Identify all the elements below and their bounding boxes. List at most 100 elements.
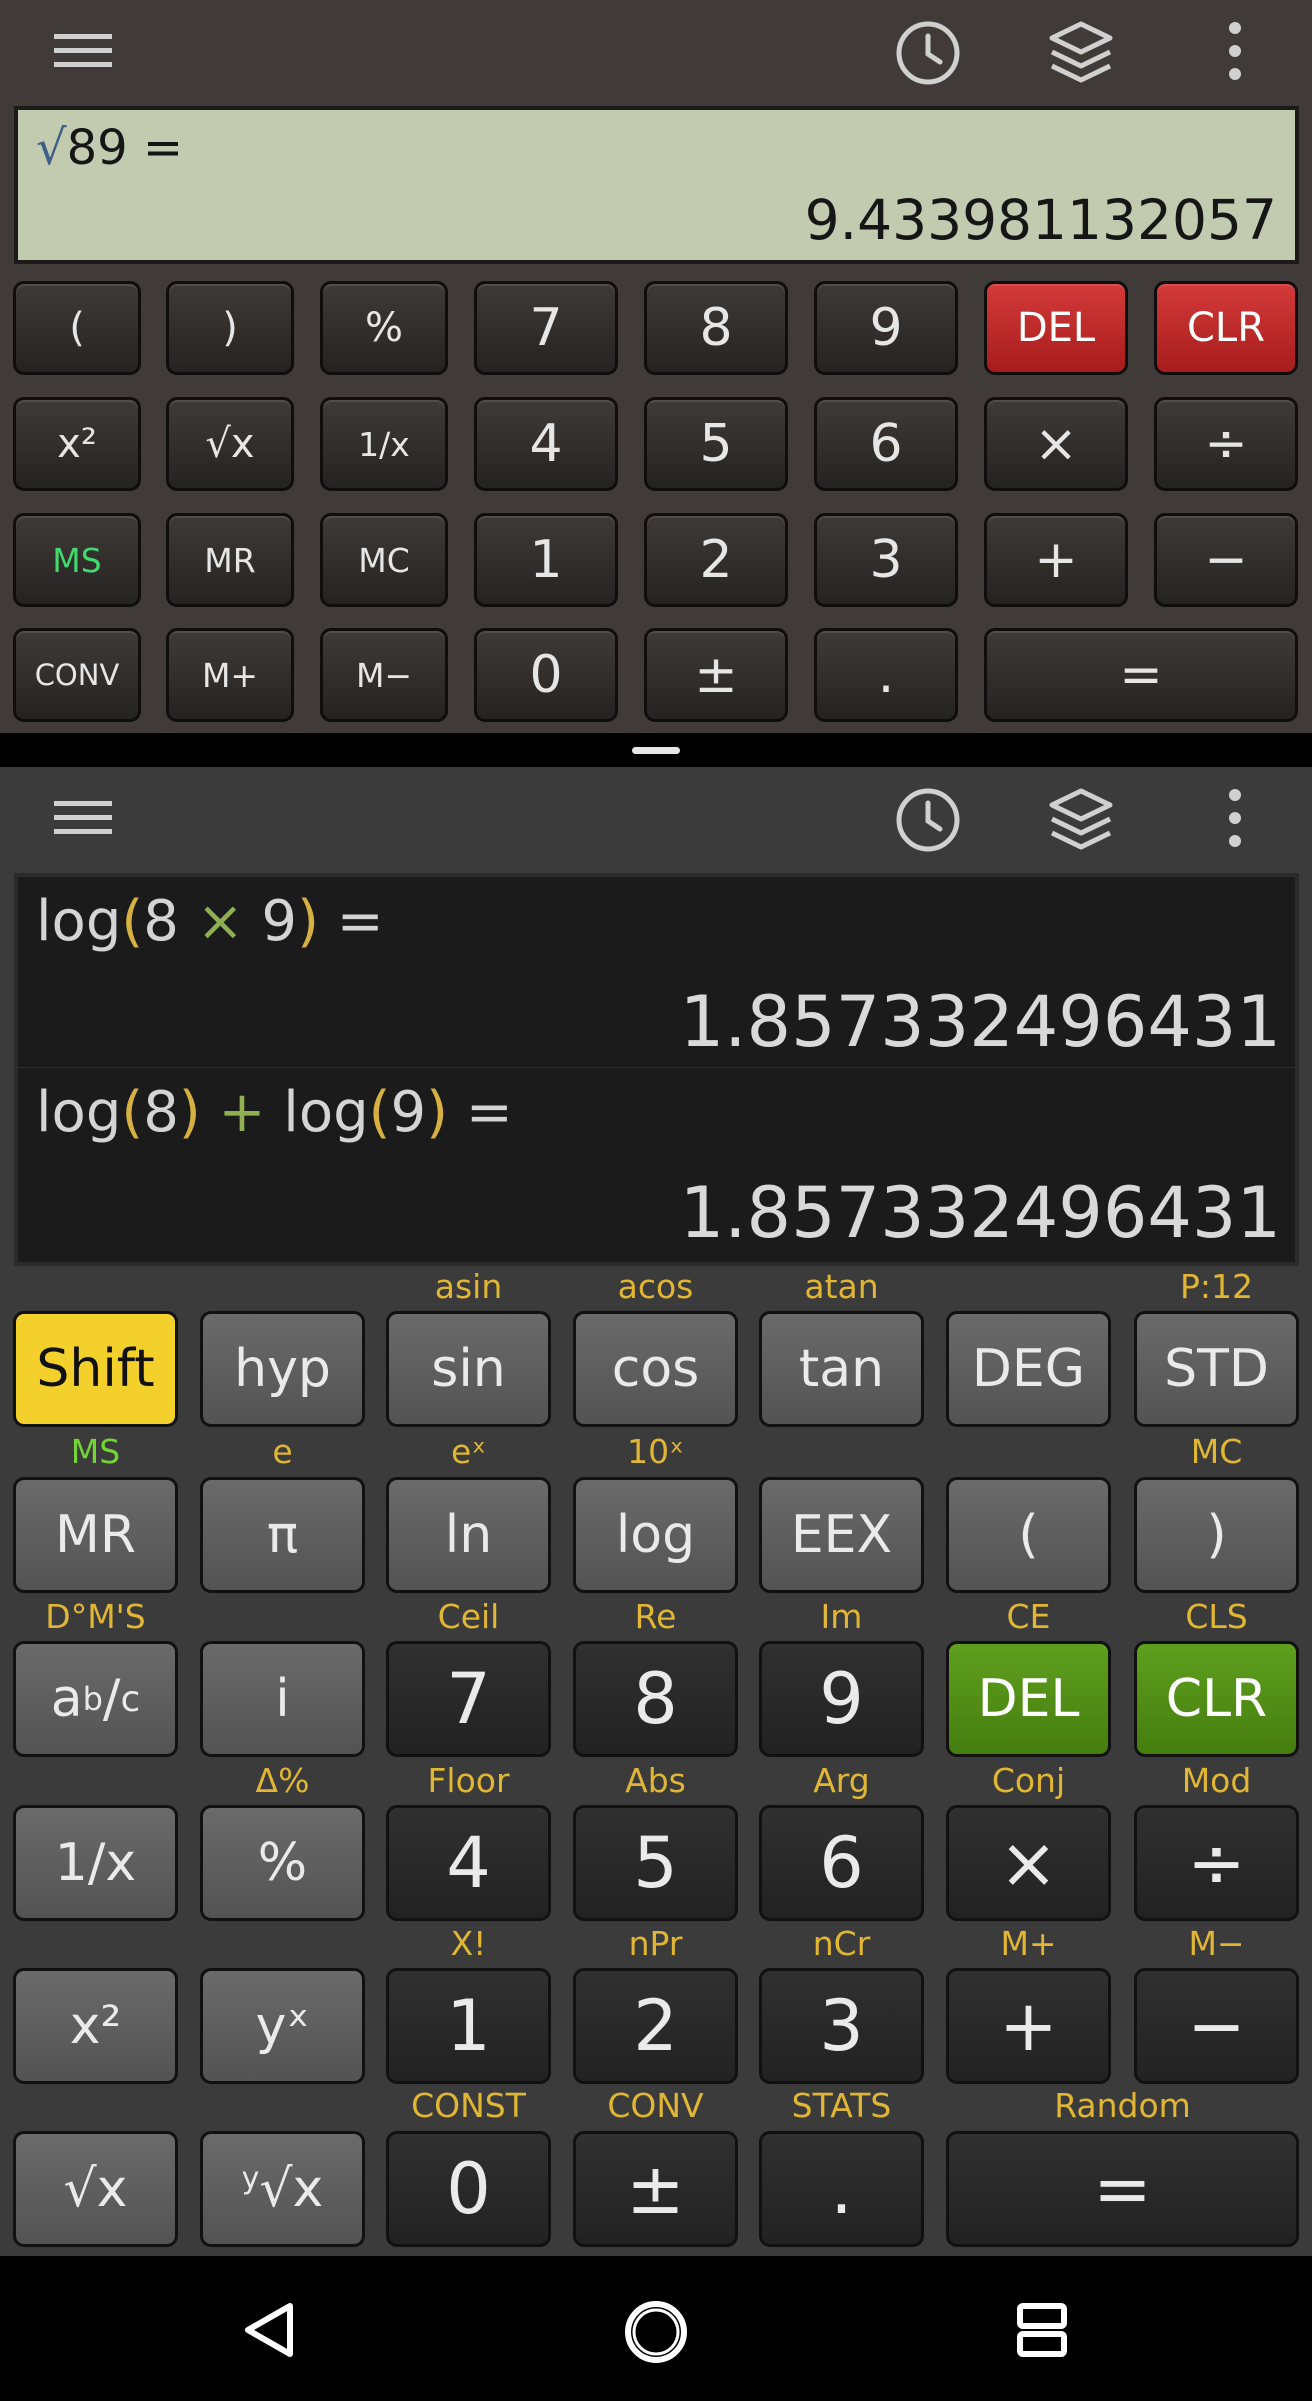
pi-button[interactable]: π <box>200 1477 365 1593</box>
fraction-button[interactable]: a b / c <box>13 1641 178 1757</box>
digit-2-button[interactable]: 2 <box>573 1968 738 2084</box>
back-triangle-icon[interactable] <box>240 2300 298 2360</box>
memory-recall-button[interactable]: MR <box>13 1477 178 1593</box>
power-button[interactable]: yˣ <box>200 1968 365 2084</box>
display-mode-button[interactable]: STD <box>1134 1311 1299 1427</box>
digit-5-button[interactable]: 5 <box>644 397 788 491</box>
reciprocal-button[interactable]: 1/x <box>320 397 448 491</box>
plus-minus-button[interactable]: ± <box>573 2131 738 2247</box>
plus-button[interactable]: + <box>984 513 1128 607</box>
shift-label-precision: P:12 <box>1179 1267 1253 1306</box>
function-name: log <box>36 1080 122 1145</box>
more-vert-icon[interactable] <box>1220 785 1250 851</box>
digit-9-button[interactable]: 9 <box>759 1641 924 1757</box>
decimal-point-button[interactable]: . <box>759 2131 924 2247</box>
history-result: 1.857332496431 <box>679 1172 1281 1254</box>
minus-button[interactable]: − <box>1134 1968 1299 2084</box>
digit-3-button[interactable]: 3 <box>759 1968 924 2084</box>
digit-6-button[interactable]: 6 <box>814 397 958 491</box>
digit-9-button[interactable]: 9 <box>814 281 958 375</box>
hyperbolic-button[interactable]: hyp <box>200 1311 365 1427</box>
menu-icon[interactable] <box>50 28 118 72</box>
digit-0-button[interactable]: 0 <box>474 628 618 722</box>
square-button[interactable]: x² <box>13 1968 178 2084</box>
lparen-button[interactable]: ( <box>946 1477 1111 1593</box>
paren: ( <box>121 1080 144 1145</box>
shift-label-npr: nPr <box>628 1924 683 1963</box>
equals-button[interactable]: = <box>946 2131 1299 2247</box>
reciprocal-button[interactable]: 1/x <box>13 1805 178 1921</box>
multiply-button[interactable]: × <box>946 1805 1111 1921</box>
home-circle-icon[interactable] <box>622 2298 690 2366</box>
delete-button[interactable]: DEL <box>984 281 1128 375</box>
decimal-point-button[interactable]: . <box>814 628 958 722</box>
plus-button[interactable]: + <box>946 1968 1111 2084</box>
imaginary-button[interactable]: i <box>200 1641 365 1757</box>
memory-subtract-button[interactable]: M− <box>320 628 448 722</box>
conversion-button[interactable]: CONV <box>13 628 141 722</box>
divide-button[interactable]: ÷ <box>1134 1805 1299 1921</box>
angle-mode-button[interactable]: DEG <box>946 1311 1111 1427</box>
history-entry[interactable]: log(8 × 9) = 1.857332496431 <box>18 877 1295 1068</box>
memory-store-button[interactable]: MS <box>13 513 141 607</box>
sin-button[interactable]: sin <box>386 1311 551 1427</box>
memory-recall-button[interactable]: MR <box>166 513 294 607</box>
digit-5-button[interactable]: 5 <box>573 1805 738 1921</box>
log-button[interactable]: log <box>573 1477 738 1593</box>
digit-4-button[interactable]: 4 <box>386 1805 551 1921</box>
split-screen-handle[interactable] <box>632 747 680 754</box>
operand: 8 <box>143 889 179 954</box>
shift-label-ce: CE <box>1006 1597 1051 1636</box>
layers-icon[interactable] <box>1046 18 1116 88</box>
digit-1-button[interactable]: 1 <box>474 513 618 607</box>
recents-icon[interactable] <box>1016 2302 1068 2358</box>
fraction-c: c <box>120 1678 141 1720</box>
sqrt-button[interactable]: √x <box>166 397 294 491</box>
history-display: log(8 × 9) = 1.857332496431 log(8) + log… <box>14 873 1299 1266</box>
shift-button[interactable]: Shift <box>13 1311 178 1427</box>
equals-button[interactable]: = <box>984 628 1298 722</box>
digit-0-button[interactable]: 0 <box>386 2131 551 2247</box>
clock-icon[interactable] <box>893 18 963 88</box>
shift-label-ceil: Ceil <box>437 1597 500 1636</box>
sqrt-button[interactable]: √x <box>13 2131 178 2247</box>
more-vert-icon[interactable] <box>1220 18 1250 84</box>
lparen-button[interactable]: ( <box>13 281 141 375</box>
history-entry[interactable]: log(8) + log(9) = 1.857332496431 <box>18 1068 1295 1258</box>
minus-button[interactable]: − <box>1154 513 1298 607</box>
digit-8-button[interactable]: 8 <box>644 281 788 375</box>
shift-label-abs: Abs <box>625 1761 686 1800</box>
tan-button[interactable]: tan <box>759 1311 924 1427</box>
square-button[interactable]: x² <box>13 397 141 491</box>
nth-root-button[interactable]: y √x <box>200 2131 365 2247</box>
digit-4-button[interactable]: 4 <box>474 397 618 491</box>
clear-button[interactable]: CLR <box>1154 281 1298 375</box>
digit-1-button[interactable]: 1 <box>386 1968 551 2084</box>
clock-icon[interactable] <box>893 785 963 855</box>
digit-2-button[interactable]: 2 <box>644 513 788 607</box>
digit-3-button[interactable]: 3 <box>814 513 958 607</box>
percent-button[interactable]: % <box>320 281 448 375</box>
memory-clear-button[interactable]: MC <box>320 513 448 607</box>
rparen-button[interactable]: ) <box>1134 1477 1299 1593</box>
layers-icon[interactable] <box>1046 785 1116 855</box>
exponent-button[interactable]: EEX <box>759 1477 924 1593</box>
operand: 8 <box>143 1080 179 1145</box>
plus-minus-button[interactable]: ± <box>644 628 788 722</box>
menu-icon[interactable] <box>50 795 118 839</box>
memory-add-button[interactable]: M+ <box>166 628 294 722</box>
shift-label-mc: MC <box>1190 1432 1243 1471</box>
clear-button[interactable]: CLR <box>1134 1641 1299 1757</box>
divide-button[interactable]: ÷ <box>1154 397 1298 491</box>
ln-button[interactable]: ln <box>386 1477 551 1593</box>
digit-7-button[interactable]: 7 <box>474 281 618 375</box>
digit-8-button[interactable]: 8 <box>573 1641 738 1757</box>
cos-button[interactable]: cos <box>573 1311 738 1427</box>
digit-7-button[interactable]: 7 <box>386 1641 551 1757</box>
shift-label-conv: CONV <box>607 2086 704 2125</box>
rparen-button[interactable]: ) <box>166 281 294 375</box>
delete-button[interactable]: DEL <box>946 1641 1111 1757</box>
digit-6-button[interactable]: 6 <box>759 1805 924 1921</box>
percent-button[interactable]: % <box>200 1805 365 1921</box>
multiply-button[interactable]: × <box>984 397 1128 491</box>
